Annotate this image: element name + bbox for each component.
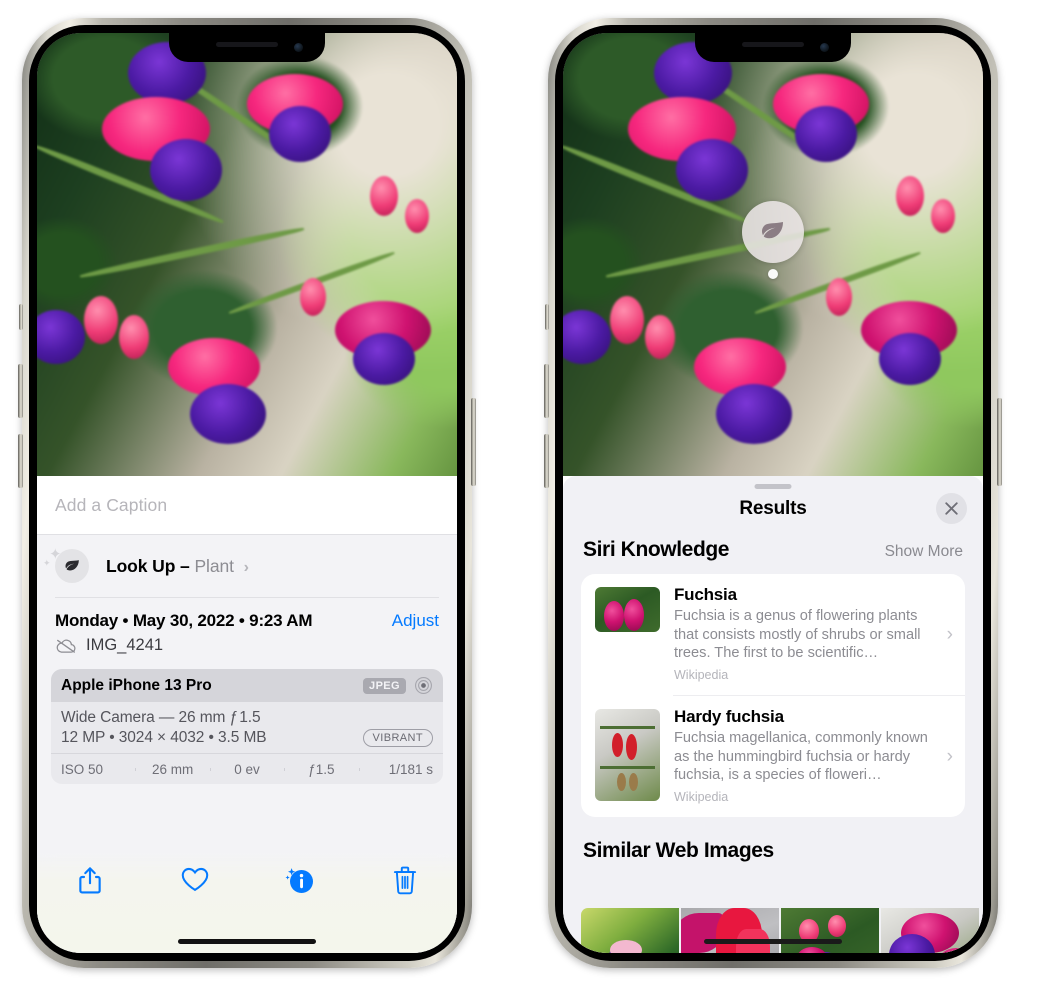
exif-shutter-speed: 1/181 s (358, 762, 443, 777)
icloud-slash-icon (55, 638, 77, 654)
close-button[interactable] (936, 493, 967, 524)
info-button[interactable] (247, 865, 352, 895)
device-notch (169, 33, 325, 62)
similar-web-images-row[interactable] (581, 908, 983, 953)
photo-toolbar (37, 853, 457, 953)
look-up-label: Look Up – Plant › (106, 556, 249, 577)
side-power-button[interactable] (471, 398, 476, 486)
chevron-right-icon: › (946, 623, 953, 645)
silent-switch[interactable] (19, 304, 23, 330)
photo-viewer[interactable] (37, 33, 457, 476)
exif-iso: ISO 50 (61, 761, 104, 777)
knowledge-thumbnail (595, 587, 660, 632)
caption-field[interactable]: Add a Caption (37, 476, 457, 534)
home-indicator[interactable] (704, 939, 842, 944)
sheet-title: Results (739, 498, 807, 519)
web-image-1[interactable] (581, 908, 679, 953)
photo-viewer[interactable] (563, 33, 983, 476)
similar-web-images-header: Similar Web Images (563, 839, 983, 863)
sparkle-small-icon: ✦ (43, 558, 51, 568)
knowledge-source: Wikipedia (674, 790, 729, 805)
look-up-title: Look Up – (106, 555, 190, 576)
delete-button[interactable] (352, 865, 457, 895)
earpiece-speaker (742, 42, 804, 47)
device-screen-left: Add a Caption ✦ ✦ Look Up – Plant › Mond… (37, 33, 457, 953)
screenshot-stage: Add a Caption ✦ ✦ Look Up – Plant › Mond… (0, 0, 1055, 985)
look-up-row[interactable]: ✦ ✦ Look Up – Plant › (37, 535, 457, 597)
chevron-right-icon: › (946, 745, 953, 767)
adjust-button[interactable]: Adjust (392, 611, 439, 631)
knowledge-card: Fuchsia Fuchsia is a genus of flowering … (581, 574, 965, 818)
knowledge-title: Fuchsia (674, 585, 737, 604)
knowledge-row[interactable]: Fuchsia Fuchsia is a genus of flowering … (581, 574, 965, 695)
section-title: Similar Web Images (583, 839, 774, 863)
side-power-button[interactable] (997, 398, 1002, 486)
home-indicator[interactable] (178, 939, 316, 944)
iphone-device-left: Add a Caption ✦ ✦ Look Up – Plant › Mond… (18, 18, 476, 968)
photo-date: Monday • May 30, 2022 • 9:23 AM (55, 611, 313, 630)
camera-body: Wide Camera — 26 mm ƒ 1.5 12 MP • 3024 ×… (51, 702, 443, 753)
knowledge-thumbnail (595, 709, 660, 802)
visual-lookup-anchor-dot (768, 269, 778, 279)
knowledge-row[interactable]: Hardy fuchsia Fuchsia magellanica, commo… (581, 696, 965, 817)
share-button[interactable] (37, 865, 142, 895)
show-more-button[interactable]: Show More (885, 543, 963, 561)
section-title: Siri Knowledge (583, 538, 730, 561)
sheet-grabber[interactable] (754, 484, 792, 489)
front-camera-icon (820, 43, 829, 52)
front-camera-icon (294, 43, 303, 52)
volume-up-button[interactable] (544, 364, 549, 418)
photo-filename: IMG_4241 (86, 636, 164, 654)
visual-lookup-leaf-badge[interactable] (742, 201, 804, 263)
exif-row: ISO 50 26 mm 0 ev ƒ1.5 1/181 s (51, 753, 443, 784)
knowledge-title: Hardy fuchsia (674, 707, 784, 727)
earpiece-speaker (216, 42, 278, 47)
favorite-button[interactable] (142, 865, 247, 893)
silent-switch[interactable] (545, 304, 549, 330)
iphone-device-right: Results Siri Knowledge Show More Fuchsia… (544, 18, 1002, 968)
look-up-subject: Plant (194, 555, 234, 576)
siri-knowledge-header: Siri Knowledge Show More (563, 538, 983, 562)
web-image-2[interactable] (681, 908, 779, 953)
web-image-4[interactable] (881, 908, 979, 953)
knowledge-description: Fuchsia is a genus of flowering plants t… (674, 608, 921, 662)
knowledge-description: Fuchsia magellanica, commonly known as t… (674, 730, 928, 784)
photo-info-sheet: ✦ ✦ Look Up – Plant › Monday • May 30, 2… (37, 534, 457, 953)
web-image-3[interactable] (781, 908, 879, 953)
format-badge: JPEG (363, 677, 406, 694)
chevron-right-icon: › (243, 558, 249, 576)
results-sheet: Results Siri Knowledge Show More Fuchsia… (563, 476, 983, 953)
camera-lens-line: Wide Camera — 26 mm ƒ 1.5 (61, 709, 261, 726)
volume-down-button[interactable] (544, 434, 549, 488)
photo-metadata: Monday • May 30, 2022 • 9:23 AM Adjust I… (37, 598, 457, 655)
exif-focal-length: 26 mm (135, 762, 209, 777)
camera-header: Apple iPhone 13 Pro JPEG (51, 669, 443, 702)
photo-content (37, 33, 457, 476)
exif-exposure-bias: 0 ev (209, 762, 284, 777)
caption-placeholder: Add a Caption (55, 494, 168, 515)
photographic-style-badge: VIBRANT (362, 729, 433, 747)
aperture-icon (414, 676, 433, 695)
camera-info-card[interactable]: Apple iPhone 13 Pro JPEG Wide Camera — 2… (51, 669, 443, 784)
device-notch (695, 33, 851, 62)
volume-down-button[interactable] (18, 434, 23, 488)
camera-size-line: 12 MP • 3024 × 4032 • 3.5 MB (61, 729, 267, 746)
exif-aperture: ƒ1.5 (284, 762, 358, 777)
device-screen-right: Results Siri Knowledge Show More Fuchsia… (563, 33, 983, 953)
volume-up-button[interactable] (18, 364, 23, 418)
knowledge-source: Wikipedia (674, 668, 729, 683)
camera-device-name: Apple iPhone 13 Pro (61, 676, 212, 694)
